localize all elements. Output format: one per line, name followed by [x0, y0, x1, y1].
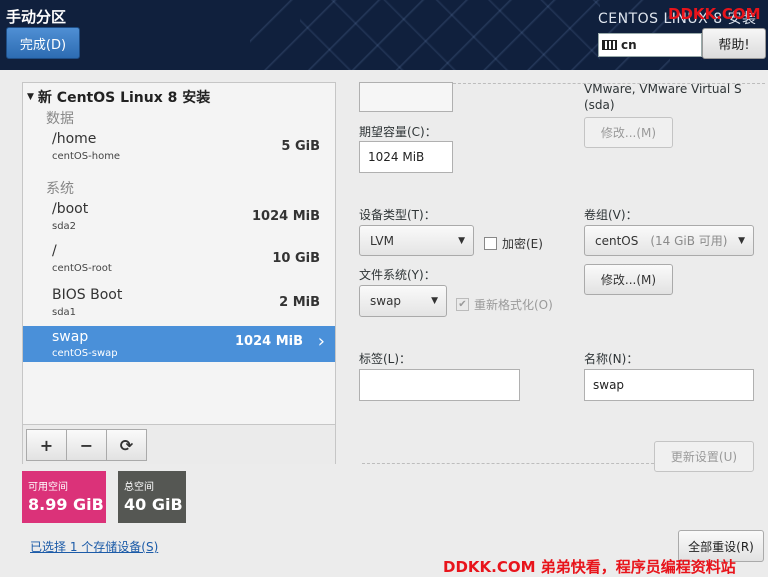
volume-group-value: centOS [595, 233, 639, 248]
checkbox-box [484, 237, 497, 250]
mount-point-field[interactable] [359, 82, 453, 112]
header-decoration-2 [300, 0, 600, 70]
device-type-label: 设备类型(T)： [359, 208, 436, 222]
chevron-right-icon: › [317, 331, 325, 352]
reformat-label: 重新格式化(O) [474, 298, 553, 312]
details-bottom-divider [362, 463, 654, 464]
label-label: 标签(L)： [359, 352, 412, 366]
watermark-bottom: DDKK.COM 弟弟快看，程序员编程资料站 [443, 558, 736, 576]
total-space-box: 总空间 40 GiB [118, 471, 186, 523]
dropdown-arrow-icon: ▼ [458, 235, 465, 246]
mount-point-boot[interactable]: /boot sda2 1024 MiB [52, 201, 332, 241]
name-label: 名称(N)： [584, 352, 639, 366]
dropdown-arrow-icon: ▼ [738, 235, 745, 246]
available-space-label: 可用空间 [28, 482, 68, 493]
label-input[interactable] [359, 369, 520, 401]
volume-group-free: (14 GiB 可用) [650, 234, 728, 248]
mount-point-device: centOS-home [52, 151, 121, 162]
total-space-label: 总空间 [124, 482, 154, 493]
encrypt-checkbox[interactable]: 加密(E) [484, 235, 543, 252]
reformat-checkbox[interactable]: ✔ 重新格式化(O) [456, 296, 553, 313]
device-description-line1: VMware, VMware Virtual S [584, 82, 742, 96]
volume-group-label: 卷组(V)： [584, 208, 638, 222]
section-label-system: 系统 [46, 181, 74, 197]
watermark-top: DDKK.COM [668, 5, 761, 23]
modify-devices-button[interactable]: 修改...(M) [584, 117, 673, 148]
mount-point-name: /boot [52, 201, 89, 217]
desired-capacity-label: 期望容量(C)： [359, 125, 437, 139]
partition-list-panel: ▼ 新 CentOS Linux 8 安装 数据 /home centOS-ho… [22, 82, 336, 464]
mount-point-device: sda2 [52, 221, 77, 232]
device-description-line2: (sda) [584, 98, 615, 112]
mount-point-device: centOS-root [52, 263, 112, 274]
name-input[interactable]: swap [584, 369, 754, 401]
keyboard-layout-indicator[interactable]: cn [598, 33, 702, 57]
desired-capacity-input[interactable]: 1024 MiB [359, 141, 453, 173]
dropdown-arrow-icon: ▼ [431, 296, 438, 306]
mount-point-size: 1024 MiB [251, 209, 320, 224]
available-space-value: 8.99 GiB [28, 495, 104, 514]
header-bar: 手动分区 完成(D) CENTOS LINUX 8 安装 cn 帮助! [0, 0, 768, 70]
page-title: 手动分区 [6, 8, 67, 26]
keyboard-layout-label: cn [621, 38, 637, 52]
total-space-value: 40 GiB [124, 495, 183, 514]
modify-volume-group-button[interactable]: 修改...(M) [584, 264, 673, 295]
help-button[interactable]: 帮助! [702, 28, 766, 59]
partition-toolbar: + − ⟳ [23, 424, 335, 464]
mount-point-device: centOS-swap [52, 348, 118, 359]
mount-point-name: /home [52, 131, 97, 147]
mount-point-size: 5 GiB [281, 139, 320, 154]
encrypt-label: 加密(E) [502, 237, 543, 251]
volume-group-dropdown[interactable]: centOS (14 GiB 可用) ▼ [584, 225, 754, 256]
mount-point-swap-selected[interactable]: swap centOS-swap 1024 MiB › [23, 326, 335, 362]
mount-point-device: sda1 [52, 307, 77, 318]
update-settings-button[interactable]: 更新设置(U) [654, 441, 754, 472]
checkbox-checked-icon: ✔ [456, 298, 469, 311]
remove-mount-point-button[interactable]: − [66, 429, 107, 461]
mount-point-bios-boot[interactable]: BIOS Boot sda1 2 MiB [52, 287, 332, 327]
mount-point-size: 2 MiB [279, 295, 320, 310]
mount-point-root[interactable]: / centOS-root 10 GiB [52, 243, 332, 283]
done-button[interactable]: 完成(D) [6, 27, 80, 59]
section-label-data: 数据 [46, 111, 74, 127]
mount-point-home[interactable]: /home centOS-home 5 GiB [52, 131, 332, 171]
mount-point-name: BIOS Boot [52, 287, 123, 303]
install-title: 新 CentOS Linux 8 安装 [37, 90, 211, 106]
mount-point-name: swap [52, 329, 89, 345]
available-space-box: 可用空间 8.99 GiB [22, 471, 106, 523]
mount-point-size: 10 GiB [272, 251, 320, 266]
filesystem-value: swap [370, 294, 402, 308]
mount-point-size: 1024 MiB [234, 334, 303, 349]
install-group-header[interactable]: ▼ 新 CentOS Linux 8 安装 [27, 87, 210, 107]
refresh-icon[interactable]: ⟳ [106, 429, 147, 461]
expand-triangle-icon: ▼ [27, 92, 34, 102]
keyboard-icon [602, 40, 617, 50]
mount-point-name: / [52, 243, 57, 259]
device-type-value: LVM [370, 233, 394, 248]
add-mount-point-button[interactable]: + [26, 429, 67, 461]
device-type-dropdown[interactable]: LVM ▼ [359, 225, 474, 256]
filesystem-label: 文件系统(Y)： [359, 268, 436, 282]
filesystem-dropdown[interactable]: swap ▼ [359, 285, 447, 317]
selected-storage-link[interactable]: 已选择 1 个存储设备(S) [30, 538, 158, 555]
